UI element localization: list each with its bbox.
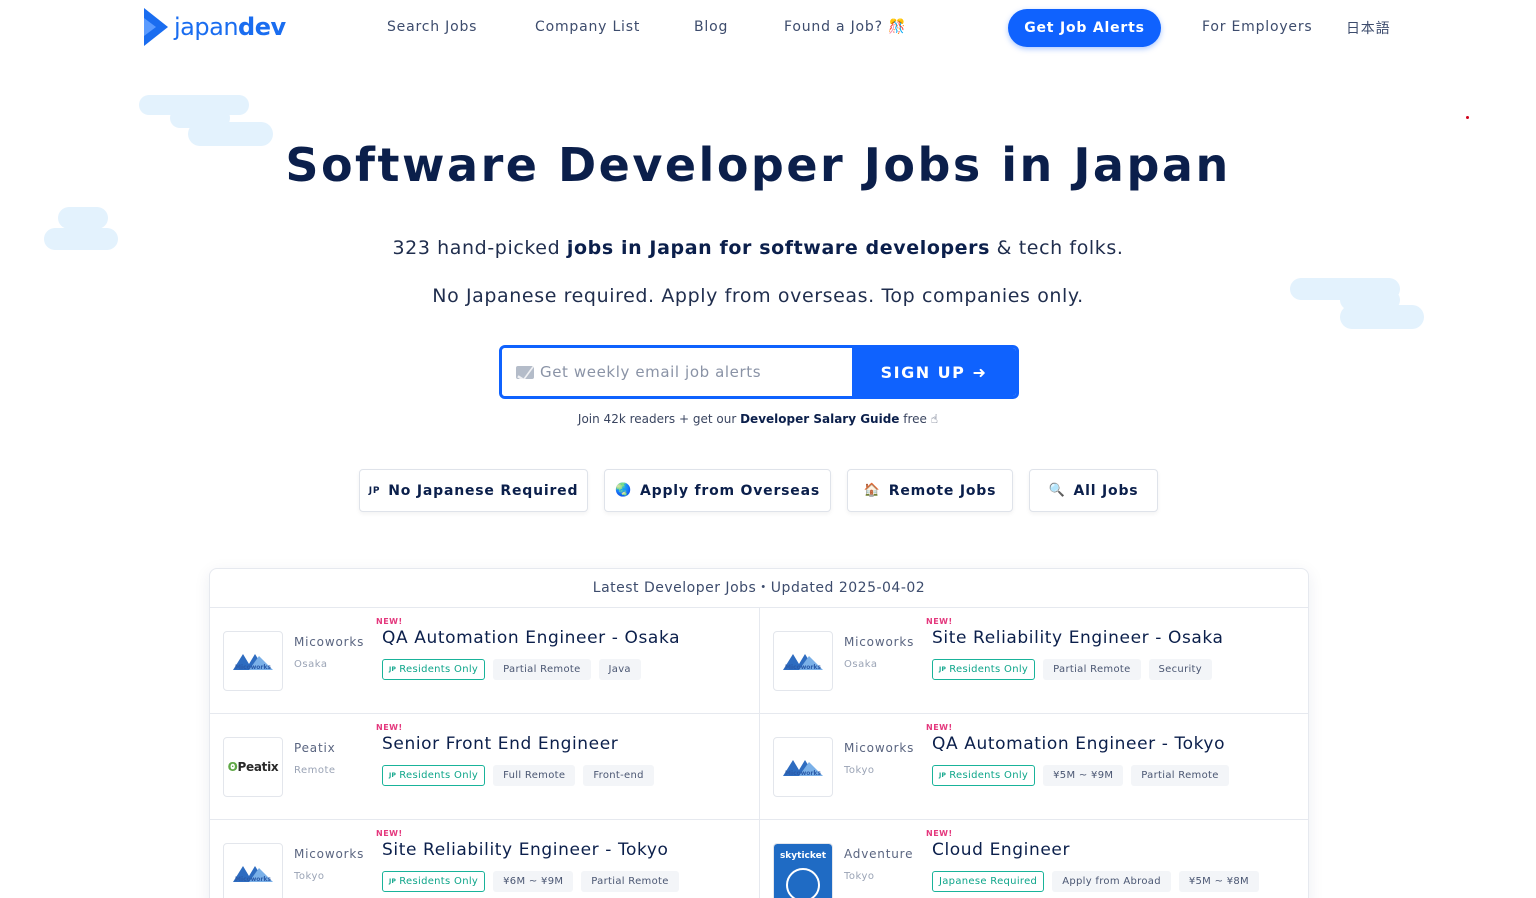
job-card[interactable]: Micoworks Micoworks Osaka NEW! Site Reli… xyxy=(760,608,1308,714)
job-card[interactable]: Micoworks Micoworks Tokyo NEW! Site Reli… xyxy=(210,820,760,898)
magnifier-icon: 🔍 xyxy=(1048,483,1066,498)
job-grid: Micoworks Micoworks Osaka NEW! QA Automa… xyxy=(210,608,1308,898)
nav-blog[interactable]: Blog xyxy=(694,19,728,35)
logo-mark-icon xyxy=(144,8,168,46)
job-tags: JP Residents Only Partial Remote Security xyxy=(932,659,1212,680)
job-card[interactable]: Micoworks Micoworks Tokyo NEW! QA Automa… xyxy=(760,714,1308,820)
get-job-alerts-button[interactable]: Get Job Alerts xyxy=(1008,9,1161,47)
filter-all-jobs[interactable]: 🔍 All Jobs xyxy=(1029,469,1158,512)
job-card[interactable]: ʘPeatix Peatix Remote NEW! Senior Front … xyxy=(210,714,760,820)
job-tag: Java xyxy=(598,659,641,680)
new-badge: NEW! xyxy=(376,617,403,626)
job-tag: Partial Remote xyxy=(1131,765,1229,786)
salary-tag: ¥5M ~ ¥8M xyxy=(1178,871,1259,892)
site-header: japandev Search Jobs Company List Blog F… xyxy=(0,0,1536,56)
email-field-wrapper xyxy=(502,348,852,396)
job-location: Remote xyxy=(294,765,336,776)
new-badge: NEW! xyxy=(926,829,953,838)
salary-guide-link[interactable]: Developer Salary Guide xyxy=(740,412,899,426)
job-title[interactable]: QA Automation Engineer - Tokyo xyxy=(932,734,1225,754)
join-note: Join 42k readers + get our Developer Sal… xyxy=(577,412,939,426)
new-badge: NEW! xyxy=(376,723,403,732)
email-signup-form: SIGN UP ➜ xyxy=(499,345,1019,399)
job-card[interactable]: Micoworks Micoworks Osaka NEW! QA Automa… xyxy=(210,608,760,714)
latest-jobs-board: Latest Developer Jobs・Updated 2025-04-02… xyxy=(209,568,1309,898)
salary-tag: ¥6M ~ ¥9M xyxy=(493,871,574,892)
sign-up-button[interactable]: SIGN UP ➜ xyxy=(852,348,1016,396)
job-location: Osaka xyxy=(844,659,878,670)
globe-icon: 🌏 xyxy=(615,483,632,498)
company-name: Peatix xyxy=(294,741,336,755)
company-name: Micoworks xyxy=(844,741,915,755)
job-location: Tokyo xyxy=(294,871,325,882)
job-location: Tokyo xyxy=(844,871,875,882)
job-title[interactable]: Senior Front End Engineer xyxy=(382,734,618,754)
job-title[interactable]: Cloud Engineer xyxy=(932,840,1070,860)
job-tags: JP Residents Only ¥6M ~ ¥9M Partial Remot… xyxy=(382,871,679,892)
residents-only-tag: JP Residents Only xyxy=(932,659,1036,680)
envelope-icon xyxy=(516,365,534,379)
job-tags: JP Residents Only Full Remote Front-end xyxy=(382,765,654,786)
japanese-required-tag: Japanese Required xyxy=(932,871,1045,892)
nav-company-list[interactable]: Company List xyxy=(535,19,640,35)
page-title: Software Developer Jobs in Japan xyxy=(285,138,1231,192)
residents-only-tag: JP Residents Only xyxy=(932,765,1036,786)
residents-only-tag: JP Residents Only xyxy=(382,871,486,892)
job-tags: JP Residents Only ¥5M ~ ¥9M Partial Remot… xyxy=(932,765,1229,786)
residents-only-tag: JP Residents Only xyxy=(382,659,486,680)
hero-subtitle-2: No Japanese required. Apply from oversea… xyxy=(432,285,1084,307)
nav-for-employers[interactable]: For Employers xyxy=(1202,19,1313,35)
email-input[interactable] xyxy=(540,363,840,381)
filter-apply-from-overseas[interactable]: 🌏 Apply from Overseas xyxy=(604,469,831,512)
company-name: Micoworks xyxy=(844,635,915,649)
skyticket-logo: skyticket xyxy=(773,843,833,898)
company-name: Adventure xyxy=(844,847,914,861)
nav-found-a-job[interactable]: Found a Job? 🎊 xyxy=(784,19,906,35)
job-tag: Front-end xyxy=(583,765,654,786)
company-name: Micoworks xyxy=(294,847,365,861)
language-switch-japanese[interactable]: 日本語 xyxy=(1346,18,1390,38)
jp-flag-icon: JP xyxy=(368,485,381,496)
new-badge: NEW! xyxy=(926,617,953,626)
job-tags: Japanese Required Apply from Abroad ¥5M … xyxy=(932,871,1259,892)
board-heading: Latest Developer Jobs・Updated 2025-04-02 xyxy=(210,569,1308,608)
peatix-logo: ʘPeatix xyxy=(223,737,283,797)
house-icon: 🏠 xyxy=(863,483,881,498)
job-tag: Partial Remote xyxy=(1043,659,1141,680)
micoworks-logo: Micoworks xyxy=(223,631,283,691)
micoworks-logo: Micoworks xyxy=(223,843,283,898)
micoworks-logo: Micoworks xyxy=(773,631,833,691)
red-dot xyxy=(1466,116,1469,119)
job-title[interactable]: QA Automation Engineer - Osaka xyxy=(382,628,680,648)
salary-tag: ¥5M ~ ¥9M xyxy=(1043,765,1124,786)
japandev-logo[interactable]: japandev xyxy=(144,8,286,46)
filter-remote-jobs[interactable]: 🏠 Remote Jobs xyxy=(847,469,1013,512)
job-title[interactable]: Site Reliability Engineer - Tokyo xyxy=(382,840,669,860)
job-tags: JP Residents Only Partial Remote Java xyxy=(382,659,641,680)
filter-no-japanese-required[interactable]: JP No Japanese Required xyxy=(359,469,588,512)
job-tag: Full Remote xyxy=(493,765,576,786)
logo-wordmark: japandev xyxy=(174,13,286,41)
job-title[interactable]: Site Reliability Engineer - Osaka xyxy=(932,628,1224,648)
company-name: Micoworks xyxy=(294,635,365,649)
job-location: Osaka xyxy=(294,659,328,670)
hero-subtitle-1: 323 hand-picked jobs in Japan for softwa… xyxy=(392,237,1124,259)
nav-search-jobs[interactable]: Search Jobs xyxy=(387,19,477,35)
job-tag: Apply from Abroad xyxy=(1052,871,1171,892)
job-tag: Partial Remote xyxy=(493,659,591,680)
new-badge: NEW! xyxy=(926,723,953,732)
job-location: Tokyo xyxy=(844,765,875,776)
micoworks-logo: Micoworks xyxy=(773,737,833,797)
residents-only-tag: JP Residents Only xyxy=(382,765,486,786)
job-card[interactable]: skyticket Adventure Tokyo NEW! Cloud Eng… xyxy=(760,820,1308,898)
job-tag: Partial Remote xyxy=(581,871,679,892)
job-tag: Security xyxy=(1148,659,1212,680)
new-badge: NEW! xyxy=(376,829,403,838)
